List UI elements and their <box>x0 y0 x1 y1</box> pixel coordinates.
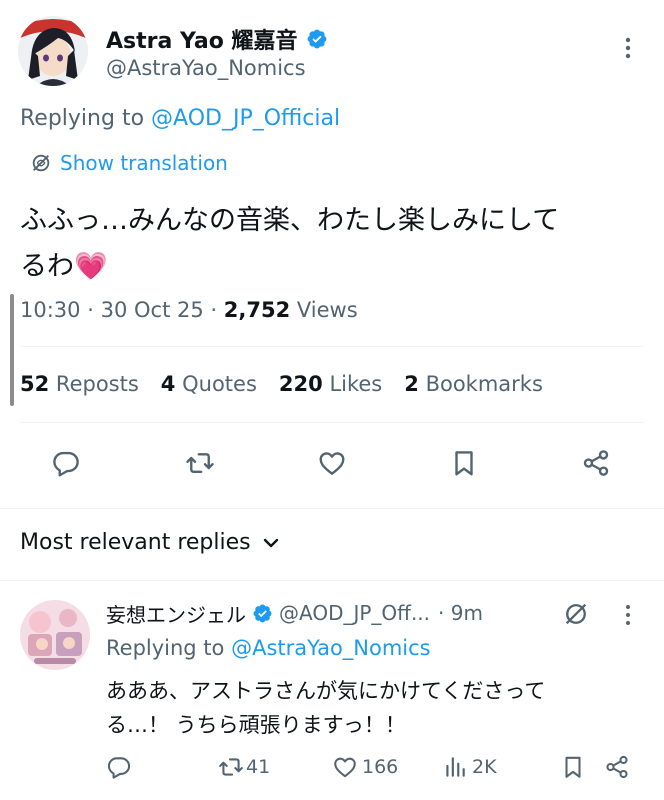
author-handle[interactable]: @AstraYao_Nomics <box>106 56 306 80</box>
verified-badge-icon <box>252 603 273 624</box>
chevron-down-icon <box>261 533 281 553</box>
reply-time[interactable]: · 9m <box>438 601 483 625</box>
reply-more-vertical-icon[interactable] <box>620 602 636 628</box>
reply-button[interactable] <box>46 443 86 483</box>
reply-replying-handle-link[interactable]: @AstraYao_Nomics <box>231 636 431 660</box>
reply-avatar-image <box>20 600 90 670</box>
reply-text-line-2: る…！ うちら頑張りますっ！！ <box>106 713 406 737</box>
tweet-stats: 52 Reposts 4 Quotes 220 Likes 2 Bookmark… <box>20 372 543 396</box>
replies-divider <box>0 580 664 581</box>
tweet-text: ふふっ…みんなの音楽、わたし楽しみにして るわ💗 <box>20 198 650 290</box>
likes-count: 220 <box>278 372 323 396</box>
reply-repost-button[interactable]: 41 <box>218 754 270 780</box>
reposts-stat[interactable]: 52 Reposts <box>20 372 139 396</box>
globe-icon <box>30 152 52 174</box>
heart-emoji: 💗 <box>74 251 108 282</box>
tweet-date[interactable]: 30 Oct 25 <box>101 298 204 322</box>
likes-stat[interactable]: 220 Likes <box>279 372 382 396</box>
repost-icon <box>219 758 243 776</box>
reply-bookmark-button[interactable] <box>560 754 586 780</box>
repost-button[interactable] <box>180 443 220 483</box>
scroll-indicator[interactable] <box>10 294 14 406</box>
bookmarks-label: Bookmarks <box>425 372 543 396</box>
likes-label: Likes <box>329 372 383 396</box>
reply-avatar[interactable] <box>20 600 90 670</box>
bookmarks-stat[interactable]: 2 Bookmarks <box>404 372 543 396</box>
heart-icon <box>334 757 356 778</box>
bookmark-icon <box>565 756 581 778</box>
tweet-text-line-2: るわ <box>20 251 74 282</box>
quotes-stat[interactable]: 4 Quotes <box>161 372 257 396</box>
reply-views-button[interactable]: 2K <box>442 754 497 780</box>
quotes-label: Quotes <box>182 372 257 396</box>
verified-badge-icon <box>306 28 328 50</box>
reply-reply-button[interactable] <box>106 754 132 780</box>
separator-dot-1: · <box>87 298 94 322</box>
reply-reposts-count: 41 <box>246 756 271 778</box>
reply-text-line-1: あああ、アストラさんが気にかけてくださって <box>106 679 546 703</box>
show-translation-button[interactable]: Show translation <box>30 151 228 175</box>
reply-header: 妄想エンジェル @AOD_JP_Off... · 9m <box>106 598 483 628</box>
reply-like-button[interactable]: 166 <box>332 754 398 780</box>
divider-middle <box>20 422 644 423</box>
heart-icon <box>319 452 345 475</box>
views-label: Views <box>296 298 358 322</box>
more-vertical-icon[interactable] <box>618 34 638 62</box>
tweet-meta: 10:30 · 30 Oct 25 · 2,752 Views <box>20 298 358 322</box>
reply-icon <box>53 451 79 477</box>
share-icon <box>583 450 609 476</box>
replying-to: Replying to @AOD_JP_Official <box>20 106 340 131</box>
repost-icon <box>186 453 214 473</box>
like-button[interactable] <box>312 443 352 483</box>
avatar-image <box>18 16 88 86</box>
share-button[interactable] <box>576 443 616 483</box>
reply-likes-count: 166 <box>362 756 399 778</box>
reply-text: あああ、アストラさんが気にかけてくださって る…！ うちら頑張りますっ！！ <box>106 674 654 742</box>
author-name[interactable]: Astra Yao 耀嘉音 <box>106 23 298 55</box>
replies-sort-button[interactable]: Most relevant replies <box>20 530 281 555</box>
quotes-count: 4 <box>160 372 176 396</box>
show-translation-label: Show translation <box>60 151 228 175</box>
separator-dot-2: · <box>210 298 218 322</box>
analytics-icon <box>446 757 465 777</box>
reply-replying-to: Replying to @AstraYao_Nomics <box>106 636 431 660</box>
author-avatar[interactable] <box>18 16 88 86</box>
replying-prefix: Replying to <box>20 106 145 131</box>
replies-header-label: Most relevant replies <box>20 530 251 555</box>
grok-icon[interactable] <box>562 600 590 628</box>
tweet-text-line-1: ふふっ…みんなの音楽、わたし楽しみにして <box>20 205 560 236</box>
replying-handle-link[interactable]: @AOD_JP_Official <box>151 106 340 131</box>
reposts-label: Reposts <box>55 372 139 396</box>
views-count: 2,752 <box>223 298 291 322</box>
reply-share-button[interactable] <box>604 754 630 780</box>
reposts-count: 52 <box>20 372 50 396</box>
reply-author-handle[interactable]: @AOD_JP_Off... <box>279 601 430 625</box>
reply-views-count: 2K <box>472 756 497 778</box>
section-divider <box>0 508 664 509</box>
reply-replying-prefix: Replying to <box>106 636 225 660</box>
reply-author-name[interactable]: 妄想エンジェル <box>106 599 246 628</box>
divider-top <box>20 346 644 347</box>
tweet-time[interactable]: 10:30 <box>20 298 81 322</box>
bookmarks-count: 2 <box>404 372 419 396</box>
share-icon <box>606 755 628 779</box>
bookmark-icon <box>455 451 473 476</box>
bookmark-button[interactable] <box>444 443 484 483</box>
reply-icon <box>107 757 131 779</box>
